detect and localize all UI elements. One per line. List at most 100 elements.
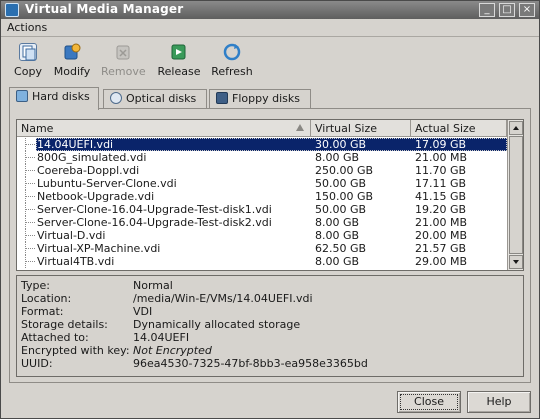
remove-label: Remove [101,65,146,78]
tree-connector [25,242,35,255]
help-button[interactable]: Help [467,391,531,413]
tab-optical-disks-label: Optical disks [126,92,197,105]
detail-value: 14.04UEFI [133,331,190,344]
modify-label: Modify [53,65,91,78]
media-tabs: Hard disks Optical disks Floppy disks [9,87,529,110]
detail-value: 96ea4530-7325-47bf-8bb3-ea958e3365bd [133,357,368,370]
detail-label: Attached to: [21,331,89,344]
cell-name: 800G_simulated.vdi [37,151,147,164]
title-bar[interactable]: Virtual Media Manager _ □ × [1,1,539,19]
close-window-icon[interactable]: × [519,3,535,17]
cell-actual-size: 41.15 GB [415,190,467,203]
toolbar: Copy Modify Remove Release Refresh [1,39,539,83]
cell-name: Server-Clone-16.04-Upgrade-Test-disk2.vd… [37,216,272,229]
modify-icon [63,43,81,61]
hard-disks-panel: Name Virtual Size Actual Size 14.04UEFI.… [9,108,531,383]
column-header-virtual-size[interactable]: Virtual Size [311,120,411,137]
cell-virtual-size: 30.00 GB [315,138,367,151]
detail-label: Storage details: [21,318,108,331]
remove-button[interactable]: Remove [101,43,146,83]
tab-floppy-disks[interactable]: Floppy disks [209,89,311,109]
detail-label: Type: [21,279,50,292]
modify-button[interactable]: Modify [53,43,91,83]
scrollbar-thumb[interactable] [509,136,523,254]
refresh-icon [223,43,241,61]
release-label: Release [157,65,201,78]
maximize-icon[interactable]: □ [499,3,515,17]
menu-actions[interactable]: Actions [7,21,47,34]
tree-connector [25,255,35,268]
table-row[interactable]: Virtual-D.vdi 8.00 GB 20.00 MB [17,229,507,242]
virtualbox-app-icon [5,3,19,17]
table-row[interactable]: Server-Clone-16.04-Upgrade-Test-disk1.vd… [17,203,507,216]
cell-virtual-size: 8.00 GB [315,229,360,242]
cell-virtual-size: 150.00 GB [315,190,374,203]
copy-button[interactable]: Copy [13,43,43,83]
cell-virtual-size: 50.00 GB [315,203,367,216]
remove-icon [114,43,132,61]
refresh-button[interactable]: Refresh [211,43,253,83]
table-row[interactable]: Virtual-XP-Machine.vdi 62.50 GB 21.57 GB [17,242,507,255]
column-actual-size-label: Actual Size [415,122,476,135]
media-table[interactable]: Name Virtual Size Actual Size 14.04UEFI.… [16,119,524,271]
column-header-name[interactable]: Name [17,120,311,137]
cell-name: Virtual4TB.vdi [37,255,115,268]
table-row[interactable]: Lubuntu-Server-Clone.vdi 50.00 GB 17.11 … [17,177,507,190]
table-header: Name Virtual Size Actual Size [17,120,507,137]
cell-name: Virtual-D.vdi [37,229,106,242]
detail-label: Format: [21,305,64,318]
cell-actual-size: 21.57 GB [415,242,467,255]
cell-name: Coereba-Doppl.vdi [37,164,140,177]
close-button[interactable]: Close [397,391,461,413]
cell-name: Netbook-Upgrade.vdi [37,190,155,203]
table-row[interactable]: Netbook-Upgrade.vdi 150.00 GB 41.15 GB [17,190,507,203]
cell-actual-size: 11.70 GB [415,164,467,177]
table-row[interactable]: 800G_simulated.vdi 8.00 GB 21.00 MB [17,151,507,164]
tree-connector [25,151,35,164]
column-name-label: Name [21,122,54,135]
media-details: Type: Normal Location: /media/Win-E/VMs/… [16,275,524,377]
cell-virtual-size: 8.00 GB [315,255,360,268]
detail-value: Not Encrypted [133,344,212,357]
table-rows: 14.04UEFI.vdi 30.00 GB 17.09 GB 800G_sim… [17,138,507,268]
optical-disk-icon [110,92,122,104]
table-scrollbar[interactable] [507,120,523,270]
tree-connector [25,164,35,177]
tab-optical-disks[interactable]: Optical disks [103,89,207,109]
table-row[interactable]: 14.04UEFI.vdi 30.00 GB 17.09 GB [17,138,507,151]
cell-name: Server-Clone-16.04-Upgrade-Test-disk1.vd… [37,203,272,216]
cell-actual-size: 21.00 MB [415,216,468,229]
tree-connector [25,138,35,151]
detail-value: /media/Win-E/VMs/14.04UEFI.vdi [133,292,313,305]
tree-connector [25,229,35,242]
detail-label: UUID: [21,357,53,370]
floppy-disk-icon [216,92,228,104]
table-row[interactable]: Server-Clone-16.04-Upgrade-Test-disk2.vd… [17,216,507,229]
copy-label: Copy [14,65,42,78]
cell-virtual-size: 62.50 GB [315,242,367,255]
tab-hard-disks[interactable]: Hard disks [9,87,99,110]
cell-actual-size: 19.20 GB [415,203,467,216]
virtual-media-manager-window: Virtual Media Manager _ □ × Actions Copy… [0,0,540,419]
release-icon [170,43,188,61]
table-row[interactable]: Coereba-Doppl.vdi 250.00 GB 11.70 GB [17,164,507,177]
cell-actual-size: 29.00 MB [415,255,468,268]
detail-value: Dynamically allocated storage [133,318,301,331]
tree-connector [25,216,35,229]
scroll-down-arrow-icon[interactable] [509,255,523,269]
column-header-actual-size[interactable]: Actual Size [411,120,507,137]
cell-virtual-size: 8.00 GB [315,216,360,229]
minimize-icon[interactable]: _ [479,3,495,17]
cell-actual-size: 20.00 MB [415,229,468,242]
scroll-up-arrow-icon[interactable] [509,121,523,135]
column-virtual-size-label: Virtual Size [315,122,378,135]
hard-disk-icon [16,90,28,102]
cell-virtual-size: 8.00 GB [315,151,360,164]
cell-actual-size: 21.00 MB [415,151,468,164]
table-row[interactable]: Virtual4TB.vdi 8.00 GB 29.00 MB [17,255,507,268]
cell-actual-size: 17.09 GB [415,138,467,151]
window-title: Virtual Media Manager [25,2,184,16]
menu-bar: Actions [1,20,539,37]
cell-actual-size: 17.11 GB [415,177,467,190]
release-button[interactable]: Release [157,43,201,83]
